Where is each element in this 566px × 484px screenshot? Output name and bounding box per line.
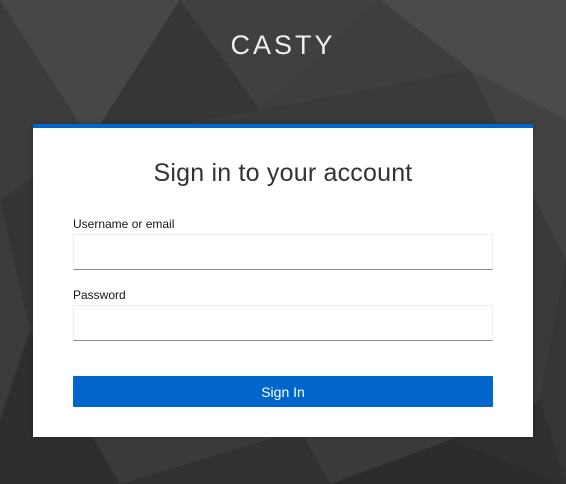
username-input[interactable] <box>73 234 493 270</box>
password-input[interactable] <box>73 305 493 341</box>
brand-logo-text: CASTY <box>230 30 336 60</box>
password-label: Password <box>73 288 126 302</box>
login-title: Sign in to your account <box>153 159 413 187</box>
login-card: Sign in to your account Username or emai… <box>33 124 533 437</box>
username-label: Username or email <box>73 217 175 231</box>
sign-in-button[interactable]: Sign In <box>73 376 493 407</box>
